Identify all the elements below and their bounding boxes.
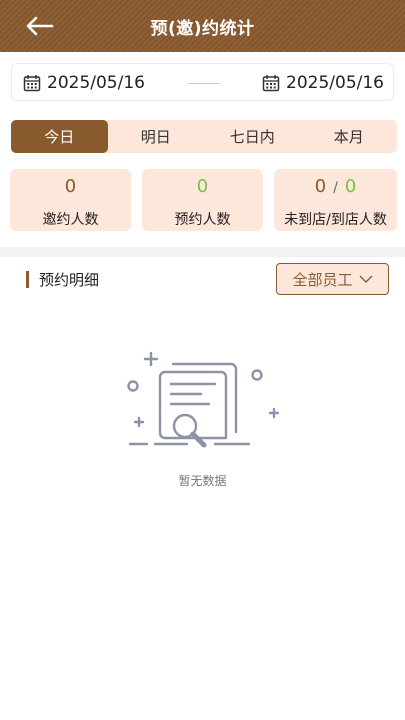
chevron-down-icon — [359, 275, 372, 283]
arrived-count: 0 — [344, 176, 357, 197]
stats-row: 0 邀约人数 0 预约人数 0 / 0 未到店/到店人数 — [10, 169, 397, 231]
arrival-count-card: 0 / 0 未到店/到店人数 — [274, 169, 397, 231]
tab-today[interactable]: 今日 — [11, 120, 108, 153]
section-accent-bar — [26, 271, 29, 288]
tab-tomorrow[interactable]: 明日 — [108, 120, 205, 153]
end-date-value: 2025/05/16 — [286, 73, 384, 93]
back-button[interactable] — [24, 14, 54, 38]
start-date-value: 2025/05/16 — [47, 73, 145, 93]
start-date-picker[interactable]: 2025/05/16 — [23, 64, 145, 102]
invited-count-label: 邀约人数 — [42, 212, 99, 228]
staff-filter-label: 全部员工 — [292, 270, 353, 289]
empty-document-search-icon — [127, 351, 280, 448]
date-separator — [188, 83, 220, 84]
reserved-count-label: 预约人数 — [174, 212, 231, 228]
tab-this-month[interactable]: 本月 — [301, 120, 398, 153]
arrival-count-value: 0 / 0 — [274, 176, 397, 197]
reserved-count-card: 0 预约人数 — [142, 169, 263, 231]
invited-count-value: 0 — [64, 176, 77, 197]
empty-state: 暂无数据 — [0, 350, 405, 500]
empty-state-text: 暂无数据 — [178, 474, 227, 488]
reserved-count-value: 0 — [196, 176, 209, 197]
staff-filter-dropdown[interactable]: 全部员工 — [276, 263, 389, 295]
date-range-picker: 2025/05/16 2025/05/16 — [11, 63, 394, 101]
not-arrived-count: 0 — [314, 176, 327, 197]
count-separator: / — [333, 180, 338, 196]
end-date-picker[interactable]: 2025/05/16 — [262, 64, 384, 102]
calendar-icon — [23, 75, 41, 92]
invited-count-card: 0 邀约人数 — [10, 169, 131, 231]
app-header: 预(邀)约统计 — [0, 0, 405, 52]
page-title: 预(邀)约统计 — [150, 18, 255, 39]
section-divider — [0, 247, 405, 257]
arrow-left-icon — [26, 16, 54, 36]
reservation-detail-header: 预约明细 全部员工 — [0, 262, 405, 298]
tab-seven-days[interactable]: 七日内 — [204, 120, 301, 153]
period-tabs: 今日 明日 七日内 本月 — [11, 120, 397, 153]
arrival-count-label: 未到店/到店人数 — [284, 212, 387, 228]
section-title: 预约明细 — [39, 271, 100, 289]
calendar-icon — [262, 75, 280, 92]
